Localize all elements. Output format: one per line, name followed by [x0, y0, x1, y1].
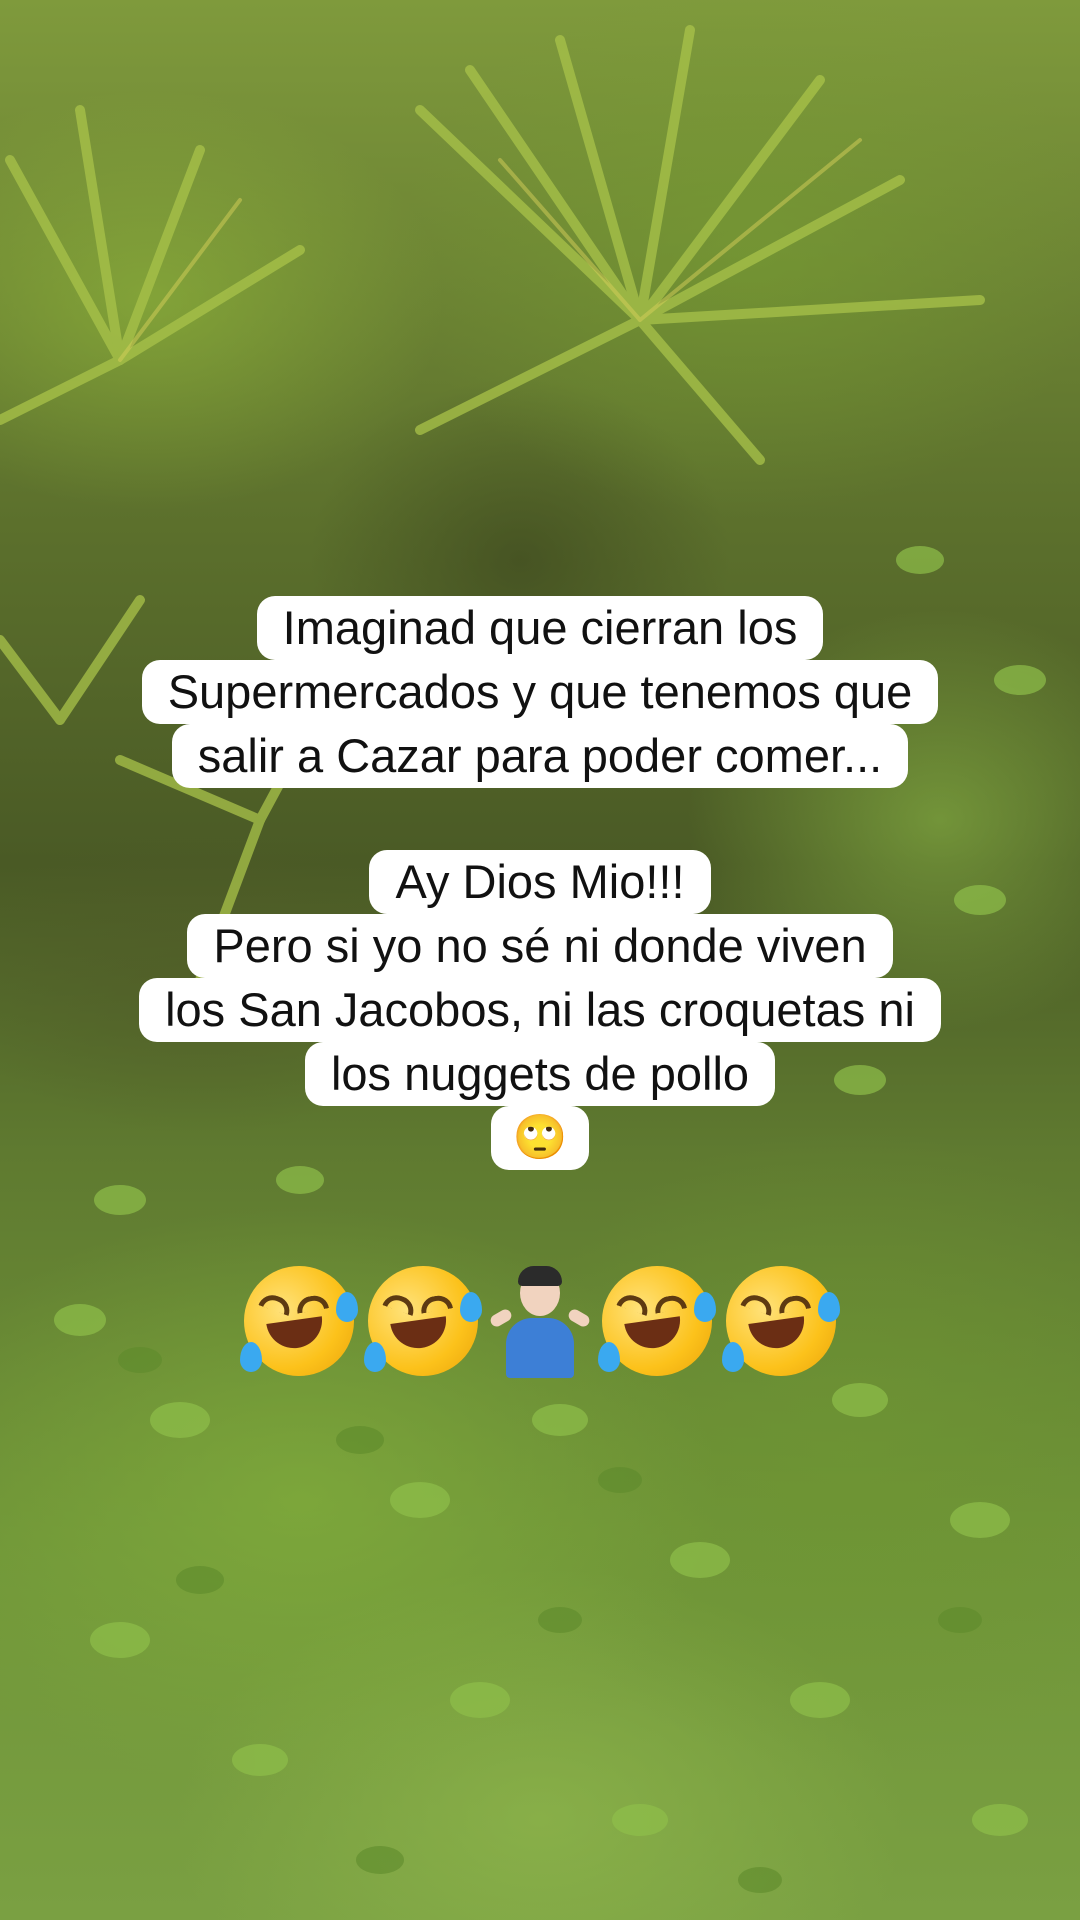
caption-line: Supermercados y que tenemos que: [141, 660, 939, 724]
man-shrugging-emoji: [488, 1262, 592, 1380]
caption-line: los nuggets de pollo: [304, 1042, 776, 1106]
eye-roll-emoji: 🙄: [490, 1106, 590, 1170]
emoji-row: [0, 1249, 1080, 1393]
rofl-emoji: [585, 1249, 729, 1393]
video-frame: Imaginad que cierran los Supermercados y…: [0, 0, 1080, 1920]
caption-line: los San Jacobos, ni las croquetas ni: [139, 978, 941, 1042]
caption-line: Pero si yo no sé ni donde viven: [187, 914, 893, 978]
caption-line: salir a Cazar para poder comer...: [171, 724, 909, 788]
caption-line: Ay Dios Mio!!!: [369, 850, 711, 914]
rofl-emoji: [709, 1249, 853, 1393]
caption-bottom: Ay Dios Mio!!! Pero si yo no sé ni donde…: [0, 850, 1080, 1170]
caption-line: Imaginad que cierran los: [256, 596, 824, 660]
rofl-emoji: [227, 1249, 371, 1393]
caption-top: Imaginad que cierran los Supermercados y…: [0, 596, 1080, 788]
rofl-emoji: [351, 1249, 495, 1393]
